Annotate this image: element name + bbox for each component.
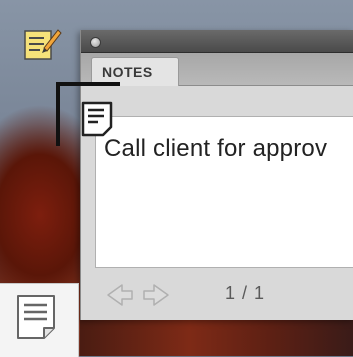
note-icon[interactable] — [80, 100, 114, 138]
note-text[interactable]: Call client for approv — [104, 135, 327, 163]
page-indicator: 1 / 1 — [225, 283, 266, 303]
palette-titlebar[interactable] — [81, 30, 353, 53]
palette-footer: 1 / 1 — [81, 270, 353, 320]
close-icon[interactable] — [90, 37, 101, 48]
note-pencil-icon[interactable] — [22, 24, 62, 64]
canvas-background-strip — [80, 318, 353, 356]
arrow-left-icon[interactable] — [105, 282, 135, 308]
arrow-right-icon[interactable] — [141, 282, 171, 308]
note-tool-button[interactable] — [0, 283, 79, 357]
notes-palette: NOTES Call client for approv 1 / 1 — [80, 30, 353, 320]
note-tool-icon — [17, 295, 55, 339]
